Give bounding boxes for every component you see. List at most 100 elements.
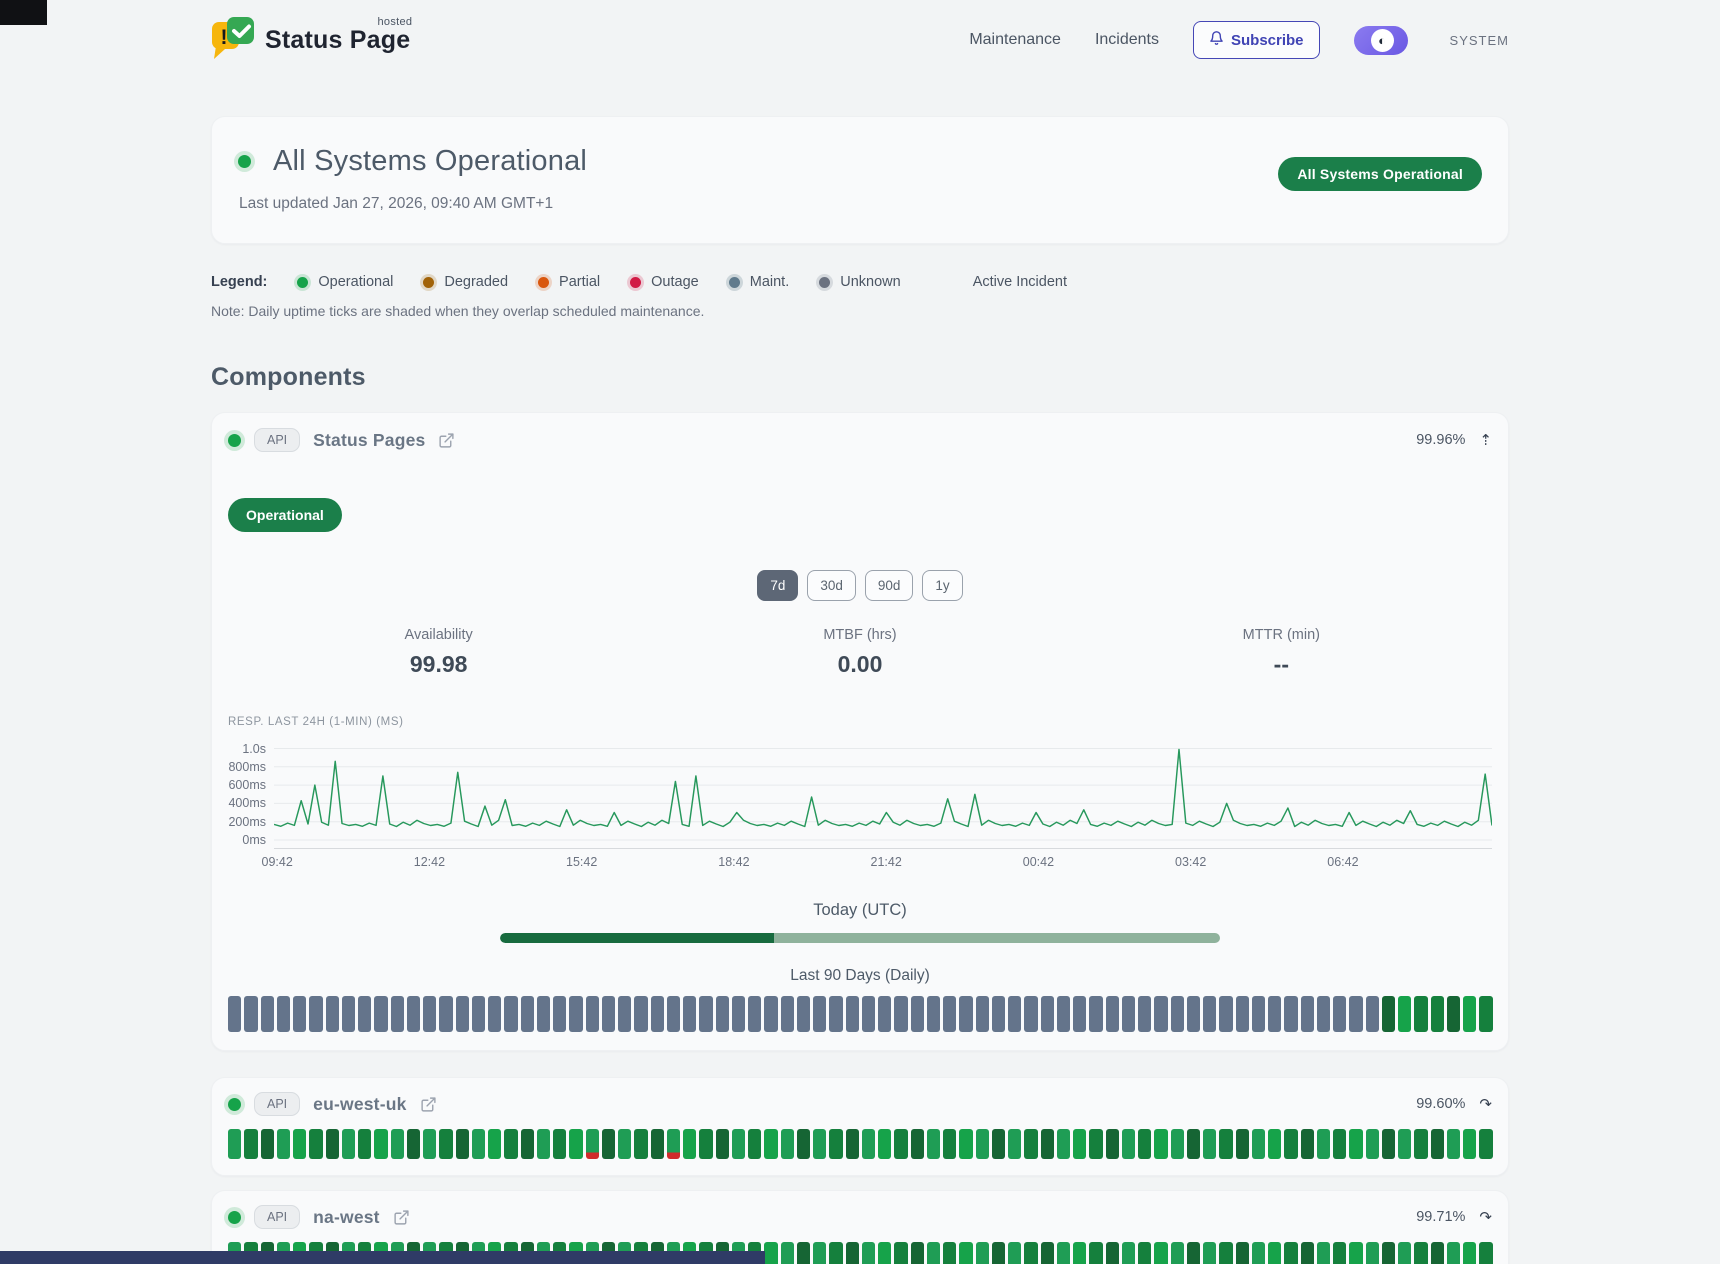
uptime-tick[interactable] <box>309 996 322 1032</box>
uptime-tick[interactable] <box>602 1129 615 1159</box>
uptime-tick[interactable] <box>618 996 631 1032</box>
uptime-tick[interactable] <box>537 1129 550 1159</box>
nav-maintenance[interactable]: Maintenance <box>969 31 1061 49</box>
uptime-tick[interactable] <box>1138 1129 1151 1159</box>
uptime-tick[interactable] <box>1187 1129 1200 1159</box>
uptime-tick[interactable] <box>407 996 420 1032</box>
uptime-tick[interactable] <box>1171 996 1184 1032</box>
uptime-tick[interactable] <box>293 1129 306 1159</box>
uptime-tick[interactable] <box>1431 996 1444 1032</box>
uptime-tick[interactable] <box>846 996 859 1032</box>
range-button-30d[interactable]: 30d <box>807 570 856 601</box>
uptime-tick[interactable] <box>439 996 452 1032</box>
uptime-tick[interactable] <box>813 996 826 1032</box>
expand-icon[interactable]: ↷ <box>1479 1095 1492 1113</box>
uptime-tick[interactable] <box>244 996 257 1032</box>
uptime-tick[interactable] <box>1154 996 1167 1032</box>
uptime-tick[interactable] <box>862 996 875 1032</box>
uptime-tick[interactable] <box>1122 996 1135 1032</box>
uptime-tick[interactable] <box>1366 1129 1379 1159</box>
uptime-tick[interactable] <box>1268 996 1281 1032</box>
uptime-tick[interactable] <box>943 996 956 1032</box>
uptime-tick[interactable] <box>309 1129 322 1159</box>
uptime-tick[interactable] <box>959 1129 972 1159</box>
uptime-tick[interactable] <box>1089 996 1102 1032</box>
uptime-tick[interactable] <box>732 996 745 1032</box>
uptime-tick[interactable] <box>748 1129 761 1159</box>
uptime-tick[interactable] <box>1106 1129 1119 1159</box>
uptime-tick[interactable] <box>244 1129 257 1159</box>
uptime-tick[interactable] <box>927 1242 940 1264</box>
uptime-tick[interactable] <box>326 996 339 1032</box>
uptime-tick[interactable] <box>504 996 517 1032</box>
uptime-tick[interactable] <box>1008 1129 1021 1159</box>
uptime-tick[interactable] <box>1187 1242 1200 1264</box>
uptime-tick[interactable] <box>407 1129 420 1159</box>
uptime-tick[interactable] <box>1122 1242 1135 1264</box>
uptime-tick[interactable] <box>1447 1129 1460 1159</box>
uptime-tick[interactable] <box>683 1129 696 1159</box>
collapse-icon[interactable]: ⇡ <box>1479 431 1492 449</box>
uptime-tick[interactable] <box>894 1129 907 1159</box>
uptime-tick[interactable] <box>1057 1242 1070 1264</box>
uptime-tick[interactable] <box>1382 1242 1395 1264</box>
uptime-tick[interactable] <box>716 996 729 1032</box>
uptime-tick[interactable] <box>1138 996 1151 1032</box>
uptime-tick[interactable] <box>862 1129 875 1159</box>
uptime-tick[interactable] <box>618 1129 631 1159</box>
range-button-1y[interactable]: 1y <box>922 570 962 601</box>
uptime-tick[interactable] <box>992 996 1005 1032</box>
uptime-tick[interactable] <box>667 996 680 1032</box>
uptime-tick[interactable] <box>1057 1129 1070 1159</box>
uptime-tick[interactable] <box>1024 1129 1037 1159</box>
uptime-tick[interactable] <box>911 996 924 1032</box>
uptime-tick[interactable] <box>586 996 599 1032</box>
uptime-tick[interactable] <box>878 1242 891 1264</box>
uptime-tick[interactable] <box>943 1129 956 1159</box>
uptime-tick[interactable] <box>472 1129 485 1159</box>
uptime-tick[interactable] <box>1203 1242 1216 1264</box>
uptime-tick[interactable] <box>423 996 436 1032</box>
uptime-tick[interactable] <box>228 996 241 1032</box>
uptime-tick[interactable] <box>1154 1242 1167 1264</box>
uptime-tick[interactable] <box>1414 1242 1427 1264</box>
uptime-tick[interactable] <box>911 1129 924 1159</box>
uptime-tick[interactable] <box>862 1242 875 1264</box>
uptime-tick[interactable] <box>959 1242 972 1264</box>
uptime-tick[interactable] <box>829 996 842 1032</box>
uptime-tick[interactable] <box>976 1242 989 1264</box>
uptime-tick[interactable] <box>1382 1129 1395 1159</box>
uptime-tick[interactable] <box>374 1129 387 1159</box>
uptime-tick[interactable] <box>602 996 615 1032</box>
uptime-tick[interactable] <box>781 1242 794 1264</box>
uptime-tick[interactable] <box>553 1129 566 1159</box>
uptime-tick[interactable] <box>488 996 501 1032</box>
uptime-tick[interactable] <box>1414 996 1427 1032</box>
uptime-tick[interactable] <box>634 996 647 1032</box>
uptime-tick[interactable] <box>829 1129 842 1159</box>
uptime-tick[interactable] <box>1268 1129 1281 1159</box>
uptime-tick[interactable] <box>1447 996 1460 1032</box>
uptime-tick[interactable] <box>521 996 534 1032</box>
uptime-tick[interactable] <box>943 1242 956 1264</box>
uptime-tick[interactable] <box>732 1129 745 1159</box>
uptime-tick[interactable] <box>391 996 404 1032</box>
uptime-tick[interactable] <box>456 996 469 1032</box>
uptime-tick[interactable] <box>1398 1129 1411 1159</box>
uptime-tick[interactable] <box>569 996 582 1032</box>
uptime-tick[interactable] <box>277 1129 290 1159</box>
uptime-tick[interactable] <box>1333 1242 1346 1264</box>
uptime-tick[interactable] <box>1073 1129 1086 1159</box>
uptime-tick[interactable] <box>1284 996 1297 1032</box>
uptime-tick[interactable] <box>1301 996 1314 1032</box>
uptime-tick[interactable] <box>797 996 810 1032</box>
uptime-tick[interactable] <box>992 1129 1005 1159</box>
uptime-tick[interactable] <box>1301 1129 1314 1159</box>
uptime-tick[interactable] <box>1333 1129 1346 1159</box>
uptime-tick[interactable] <box>586 1129 599 1159</box>
uptime-tick[interactable] <box>391 1129 404 1159</box>
range-button-7d[interactable]: 7d <box>757 570 798 601</box>
uptime-tick[interactable] <box>1252 1242 1265 1264</box>
uptime-tick[interactable] <box>878 996 891 1032</box>
uptime-tick[interactable] <box>1089 1242 1102 1264</box>
